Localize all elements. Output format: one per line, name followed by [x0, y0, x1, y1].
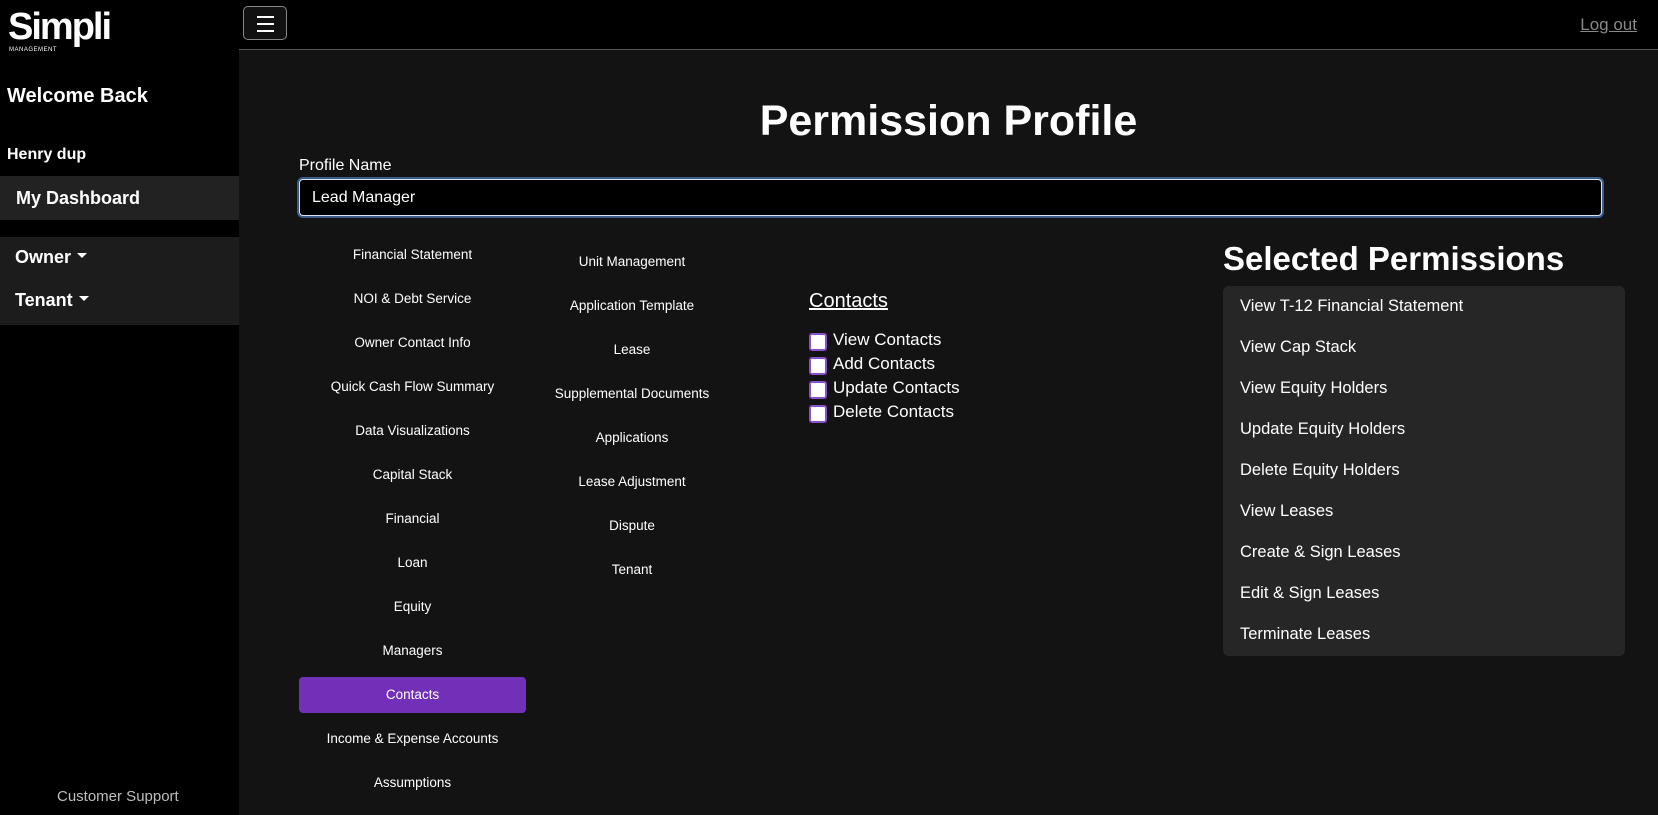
- category-item[interactable]: NOI & Debt Service: [299, 281, 526, 317]
- brand-logo[interactable]: Simpli MANAGEMENT: [8, 6, 112, 53]
- caret-down-icon: [78, 295, 89, 301]
- profile-name-label: Profile Name: [299, 157, 392, 174]
- selected-permission-item: View T-12 Financial Statement: [1240, 297, 1464, 315]
- category-item[interactable]: Contacts: [299, 677, 526, 713]
- category-item[interactable]: Owner Contact Info: [299, 325, 526, 361]
- permission-checkbox[interactable]: [809, 380, 827, 399]
- my-dashboard-link[interactable]: My Dashboard: [0, 176, 239, 220]
- welcome-heading: Welcome Back: [7, 85, 148, 107]
- logout-link[interactable]: Log out: [1580, 15, 1637, 35]
- category-item[interactable]: Loan: [299, 545, 526, 581]
- permission-label: Delete Contacts: [833, 402, 954, 421]
- selected-permission-item: View Leases: [1240, 502, 1334, 520]
- permission-option[interactable]: Add Contacts: [809, 352, 960, 376]
- sidebar: Simpli MANAGEMENT Welcome Back Henry dup…: [0, 0, 239, 815]
- category-item[interactable]: Quick Cash Flow Summary: [299, 369, 526, 405]
- hamburger-icon: [257, 30, 274, 32]
- user-name: Henry dup: [7, 146, 87, 163]
- category-item[interactable]: Unit Management: [542, 244, 722, 280]
- selected-permission-item: Update Equity Holders: [1240, 420, 1406, 438]
- tenant-dropdown[interactable]: Tenant: [15, 290, 89, 311]
- sidebar-menu-group: Owner Tenant: [0, 237, 239, 325]
- hamburger-icon: [257, 23, 274, 25]
- owner-dropdown-label: Owner: [15, 247, 72, 267]
- selected-permissions-list: View T-12 Financial Statement View Cap St…: [1223, 286, 1625, 656]
- category-item[interactable]: Financial: [299, 501, 526, 537]
- profile-name-input[interactable]: [299, 179, 1602, 216]
- selected-permission-item: Edit & Sign Leases: [1240, 584, 1380, 602]
- logo-subtitle: MANAGEMENT: [9, 47, 58, 53]
- category-item[interactable]: Equity: [299, 589, 526, 625]
- category-item[interactable]: Lease Adjustment: [542, 464, 722, 500]
- permission-label: View Contacts: [833, 330, 942, 349]
- permission-checkbox[interactable]: [809, 332, 827, 351]
- category-item[interactable]: Tenant: [542, 552, 722, 588]
- permission-option[interactable]: Update Contacts: [809, 376, 960, 400]
- selected-permission-item: Create & Sign Leases: [1240, 543, 1401, 561]
- category-item[interactable]: Managers: [299, 633, 526, 669]
- logo-word: Simpli: [8, 6, 112, 48]
- permission-option[interactable]: View Contacts: [809, 328, 960, 352]
- category-item[interactable]: Dispute: [542, 508, 722, 544]
- category-list-primary: Financial Statement NOI & Debt Service Own…: [299, 237, 526, 809]
- hamburger-icon: [257, 16, 274, 18]
- page-title: Permission Profile: [759, 97, 1138, 145]
- category-list-secondary: Unit Management Application Template Lease…: [542, 244, 722, 596]
- selected-permission-item: View Cap Stack: [1240, 338, 1357, 356]
- section-title: Contacts: [809, 290, 888, 312]
- owner-dropdown[interactable]: Owner: [15, 247, 88, 268]
- permission-label: Add Contacts: [833, 354, 936, 373]
- category-item[interactable]: Assumptions: [299, 765, 526, 801]
- category-item[interactable]: Lease: [542, 332, 722, 368]
- category-item[interactable]: Applications: [542, 420, 722, 456]
- selected-permission-item: Terminate Leases: [1240, 625, 1371, 643]
- selected-permission-item: Delete Equity Holders: [1240, 461, 1400, 479]
- tenant-dropdown-label: Tenant: [15, 290, 73, 310]
- customer-support-link[interactable]: Customer Support: [57, 788, 179, 805]
- category-item[interactable]: Financial Statement: [299, 237, 526, 273]
- permission-option[interactable]: Delete Contacts: [809, 400, 960, 424]
- permission-label: Update Contacts: [833, 378, 960, 397]
- selected-permission-item: View Equity Holders: [1240, 379, 1388, 397]
- selected-permissions-title: Selected Permissions: [1223, 240, 1565, 277]
- category-item[interactable]: Income & Expense Accounts: [299, 721, 526, 757]
- caret-down-icon: [77, 252, 88, 258]
- category-item[interactable]: Application Template: [542, 288, 722, 324]
- category-item[interactable]: Data Visualizations: [299, 413, 526, 449]
- top-bar: Log out: [239, 0, 1658, 50]
- category-item[interactable]: Capital Stack: [299, 457, 526, 493]
- permission-checkbox-list: View Contacts Add Contacts Update Contacts…: [809, 328, 960, 424]
- menu-toggle-button[interactable]: [243, 6, 287, 40]
- category-item[interactable]: Supplemental Documents: [542, 376, 722, 412]
- permission-checkbox[interactable]: [809, 404, 827, 423]
- permission-checkbox[interactable]: [809, 356, 827, 375]
